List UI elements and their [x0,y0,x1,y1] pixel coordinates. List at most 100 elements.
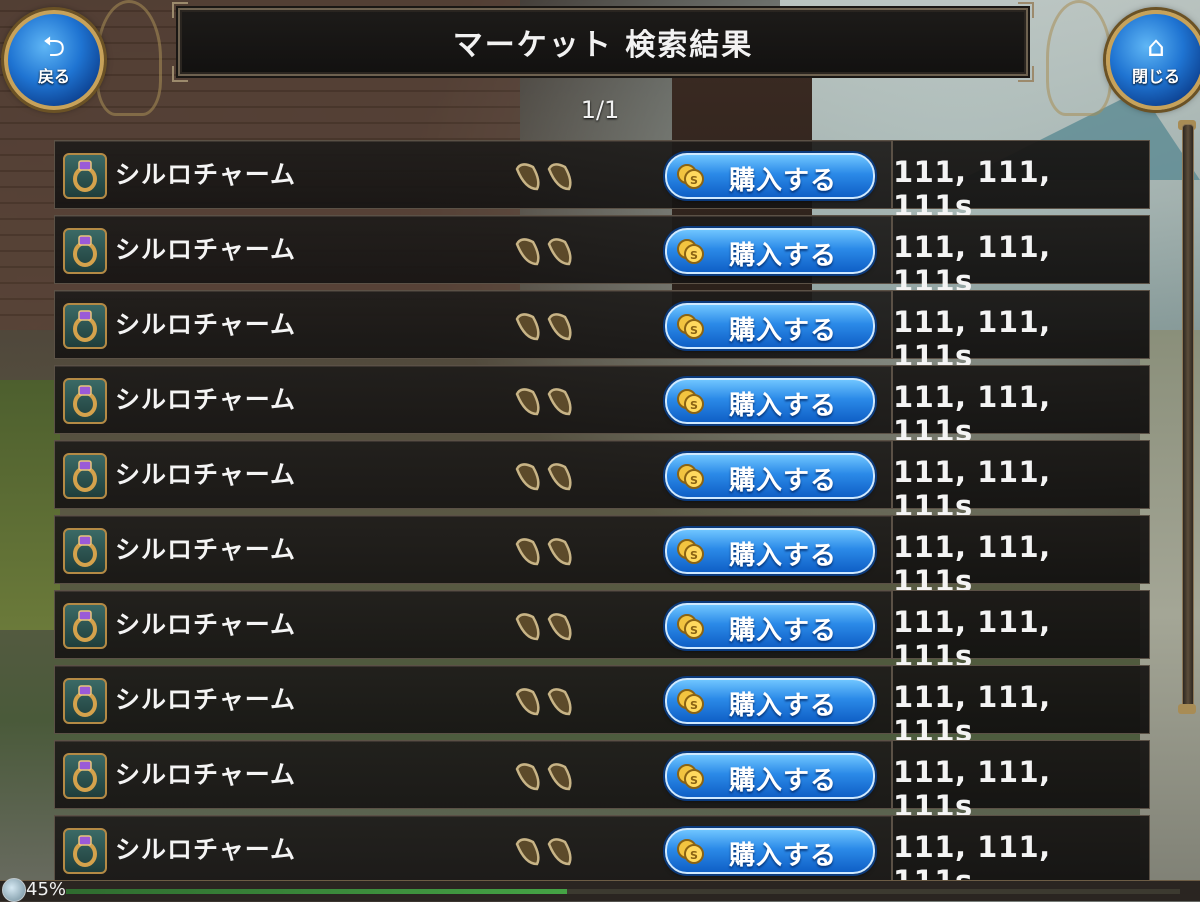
title-corner [172,66,188,82]
seed-icon [515,388,572,416]
svg-text:S: S [690,474,698,487]
svg-text:S: S [690,399,698,412]
buy-button[interactable]: S 購入する [665,603,875,649]
listing-info-panel: シルロチャーム S 購入する [54,590,892,659]
scrollbar[interactable] [1182,124,1194,710]
price-value: 111, 111, 111s [893,380,1051,448]
back-button[interactable]: ⮌ 戻る [4,10,104,110]
listing-row: シルロチャーム S 購入する 111, 111, 111s [54,665,1150,748]
item-name: シルロチャーム [115,235,297,264]
ring-icon [63,378,107,424]
buy-button[interactable]: S 購入する [665,228,875,274]
ring-icon [63,453,107,499]
coin-icon: S [677,389,704,414]
svg-text:S: S [690,174,698,187]
seed-icon [515,163,572,191]
seed-icon [515,688,572,716]
battery-icon [2,878,26,902]
seed-icon [515,838,572,866]
return-arrow-icon: ⮌ [42,30,66,63]
listing-row: シルロチャーム S 購入する 111, 111, 111s [54,440,1150,523]
price-panel: 111, 111, 111s [892,140,1150,223]
buy-button[interactable]: S 購入する [665,153,875,199]
price-value: 111, 111, 111s [893,230,1051,298]
title-corner [172,2,188,18]
listing-row: シルロチャーム S 購入する 111, 111, 111s [54,290,1150,373]
coin-icon: S [677,314,704,339]
buy-button[interactable]: S 購入する [665,378,875,424]
buy-button-label: 購入する [729,316,838,346]
buy-button[interactable]: S 購入する [665,453,875,499]
listing-info-panel: シルロチャーム S 購入する [54,740,892,809]
listing-row: シルロチャーム S 購入する 111, 111, 111s [54,590,1150,673]
item-name: シルロチャーム [115,685,297,714]
listing-row: シルロチャーム S 購入する 111, 111, 111s [54,815,1150,898]
seed-icon [515,613,572,641]
price-panel: 111, 111, 111s [892,740,1150,823]
price-panel: 111, 111, 111s [892,440,1150,523]
coin-icon: S [677,464,704,489]
buy-button-label: 購入する [729,541,838,571]
buy-button-label: 購入する [729,841,838,871]
buy-button[interactable]: S 購入する [665,828,875,874]
price-panel: 111, 111, 111s [892,215,1150,298]
listing-info-panel: シルロチャーム S 購入する [54,215,892,284]
item-name: シルロチャーム [115,835,297,864]
left-ornament [96,0,162,116]
buy-button-label: 購入する [729,616,838,646]
price-value: 111, 111, 111s [893,455,1051,523]
price-panel: 111, 111, 111s [892,515,1150,598]
item-name: シルロチャーム [115,385,297,414]
listing-info-panel: シルロチャーム S 購入する [54,665,892,734]
listing-row: シルロチャーム S 購入する 111, 111, 111s [54,515,1150,598]
buy-button-label: 購入する [729,766,838,796]
title-corner [1018,66,1034,82]
buy-button[interactable]: S 購入する [665,753,875,799]
buy-button-label: 購入する [729,691,838,721]
ring-icon [63,753,107,799]
close-label: 閉じる [1131,67,1180,86]
svg-text:S: S [690,549,698,562]
item-name: シルロチャーム [115,160,297,189]
title-corner [1018,2,1034,18]
listing-list: シルロチャーム S 購入する 111, 111, 111s シルロチャーム S … [54,140,1150,898]
item-name: シルロチャーム [115,610,297,639]
close-button[interactable]: ⌂ 閉じる [1106,10,1200,110]
status-progress-bar [66,889,1180,894]
buy-button[interactable]: S 購入する [665,528,875,574]
svg-text:S: S [690,849,698,862]
right-ornament [1046,0,1112,116]
buy-button[interactable]: S 購入する [665,303,875,349]
price-panel: 111, 111, 111s [892,365,1150,448]
item-name: シルロチャーム [115,535,297,564]
ring-icon [63,303,107,349]
listing-row: シルロチャーム S 購入する 111, 111, 111s [54,740,1150,823]
buy-button-label: 購入する [729,466,838,496]
seed-icon [515,763,572,791]
price-value: 111, 111, 111s [893,605,1051,673]
price-panel: 111, 111, 111s [892,590,1150,673]
listing-info-panel: シルロチャーム S 購入する [54,440,892,509]
ring-icon [63,228,107,274]
ring-icon [63,153,107,199]
listing-info-panel: シルロチャーム S 購入する [54,290,892,359]
price-value: 111, 111, 111s [893,530,1051,598]
svg-text:S: S [690,699,698,712]
svg-text:S: S [690,624,698,637]
item-name: シルロチャーム [115,460,297,489]
item-name: シルロチャーム [115,760,297,789]
buy-button[interactable]: S 購入する [665,678,875,724]
coin-icon: S [677,239,704,264]
price-panel: 111, 111, 111s [892,665,1150,748]
ring-icon [63,678,107,724]
background-grass [0,380,60,630]
item-name: シルロチャーム [115,310,297,339]
coin-icon: S [677,839,704,864]
listing-row: シルロチャーム S 購入する 111, 111, 111s [54,140,1150,223]
buy-button-label: 購入する [729,166,838,196]
listing-info-panel: シルロチャーム S 購入する [54,140,892,209]
price-value: 111, 111, 111s [893,305,1051,373]
status-percent: 45% [26,879,67,900]
price-panel: 111, 111, 111s [892,290,1150,373]
ring-icon [63,603,107,649]
